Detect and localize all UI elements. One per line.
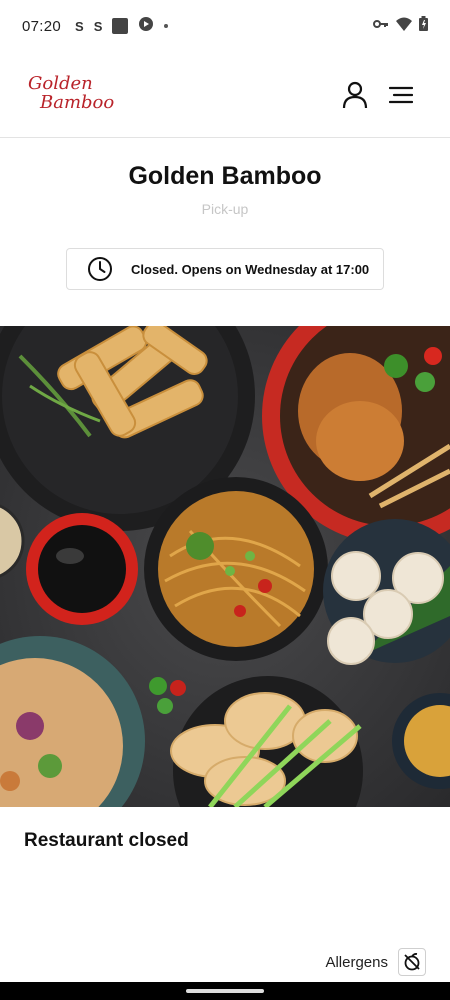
clock-icon — [88, 257, 112, 281]
status-system-icons — [373, 16, 428, 36]
account-button[interactable] — [338, 78, 372, 112]
key-icon — [373, 17, 389, 35]
battery-icon — [419, 16, 428, 36]
notification-icon — [112, 18, 129, 34]
notification-icon — [138, 16, 154, 37]
opening-hours-notice: Closed. Opens on Wednesday at 17:00 — [66, 248, 384, 290]
restaurant-logo[interactable]: Golden Bamboo — [28, 74, 114, 112]
status-bar: 07:20 S S — [0, 0, 450, 52]
restaurant-closed-message: Restaurant closed — [24, 830, 189, 851]
notification-icon: S — [93, 18, 103, 34]
order-type-label: Pick-up — [201, 201, 249, 217]
menu-button[interactable] — [384, 78, 418, 112]
home-gesture-handle[interactable] — [186, 989, 264, 993]
opening-hours-text: Closed. Opens on Wednesday at 17:00 — [131, 261, 370, 277]
hamburger-menu-icon — [389, 86, 413, 104]
allergens-icon — [398, 948, 426, 976]
allergens-label: Allergens — [325, 953, 388, 971]
app-header: Golden Bamboo — [0, 52, 450, 138]
allergens-button[interactable]: Allergens — [325, 948, 426, 976]
user-icon — [342, 81, 368, 109]
more-notifications-dot — [164, 24, 169, 28]
page-title: Golden Bamboo — [128, 162, 322, 190]
logo-line-1: Golden — [28, 73, 93, 94]
hero-food-image — [0, 326, 450, 807]
status-notification-icons: S S — [75, 16, 169, 37]
system-navigation-bar — [0, 982, 450, 1000]
status-time: 07:20 — [22, 17, 62, 35]
title-block: Golden Bamboo Pick-up — [0, 138, 450, 217]
notification-icon: S — [75, 18, 84, 34]
logo-line-2: Bamboo — [40, 92, 115, 113]
wifi-icon — [396, 17, 412, 36]
